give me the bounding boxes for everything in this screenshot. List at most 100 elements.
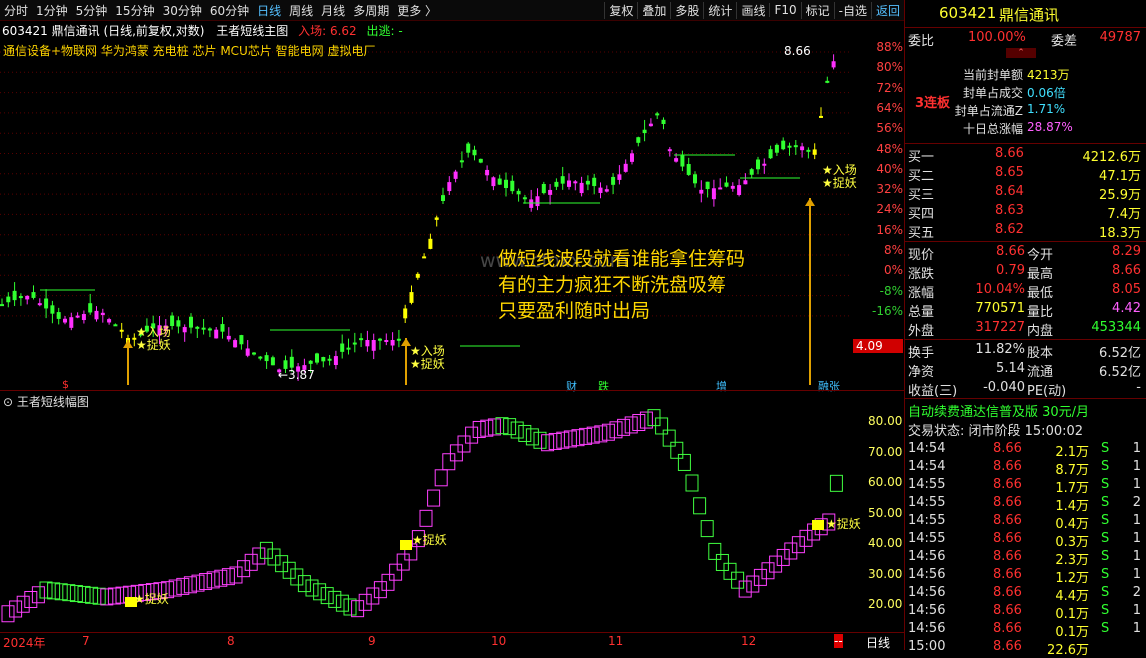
- sub-box: [191, 574, 205, 592]
- candle-body: [756, 159, 760, 170]
- indicator-name[interactable]: 王者短线主图: [216, 24, 288, 38]
- candle-body: [554, 181, 559, 187]
- tool-button[interactable]: F10: [769, 3, 800, 17]
- period-tab[interactable]: 日线: [253, 2, 285, 19]
- sub-box: [77, 585, 91, 603]
- sub-box: [670, 441, 684, 459]
- candle-body: [239, 335, 244, 345]
- candle-body: [819, 115, 823, 118]
- sub-box: [183, 576, 197, 594]
- candle-body: [390, 340, 395, 346]
- ad-banner[interactable]: 自动续费通达信普及版 30元/月: [908, 401, 1089, 420]
- candle-body: [472, 149, 477, 156]
- sub-box: [495, 417, 509, 435]
- collapse-icon[interactable]: ⌃: [1006, 48, 1036, 58]
- sub-box: [738, 580, 752, 598]
- candle-body: [812, 149, 817, 155]
- tool-button[interactable]: 叠加: [637, 1, 670, 19]
- candle-body: [107, 319, 112, 323]
- candle-body: [604, 189, 609, 192]
- sub-box: [282, 561, 296, 579]
- tool-button[interactable]: 返回: [870, 1, 904, 19]
- period-tab[interactable]: 15分钟: [111, 2, 158, 19]
- x-axis-label: 11: [608, 634, 624, 648]
- candle-body: [75, 315, 80, 318]
- axis-tick: 50.00: [868, 505, 903, 520]
- sub-box: [297, 575, 311, 593]
- candle-body: [88, 303, 93, 313]
- sub-box: [229, 566, 243, 584]
- quote-code: 603421: [939, 4, 997, 22]
- sub-box: [434, 469, 448, 487]
- quote-row: 外盘 317227 内盘 453344: [908, 320, 1141, 339]
- sub-box: [69, 585, 83, 603]
- sub-box: [677, 453, 691, 471]
- candle-body: [630, 153, 634, 162]
- tool-button[interactable]: 标记: [800, 1, 834, 19]
- sub-box: [39, 581, 53, 599]
- sub-box: [214, 569, 228, 587]
- candle-body: [18, 296, 23, 299]
- candle-body: [831, 61, 836, 68]
- period-tab[interactable]: 周线: [285, 2, 317, 19]
- x-axis-label: 10: [491, 634, 507, 648]
- sub-box: [776, 548, 790, 566]
- sub-box: [47, 582, 61, 600]
- event-tag[interactable]: 跌: [598, 378, 609, 394]
- x-axis-label[interactable]: 日线: [866, 634, 890, 651]
- candle-body: [0, 304, 4, 307]
- period-tab[interactable]: 5分钟: [72, 2, 112, 19]
- tool-button[interactable]: -自选: [833, 1, 871, 19]
- candle-body: [573, 181, 578, 184]
- candle-body: [774, 144, 779, 153]
- sub-box: [221, 568, 235, 586]
- quote-row: 14:54 8.66 8.7万 S 1: [908, 459, 1141, 478]
- candle-body: [743, 180, 748, 185]
- candle-body: [50, 305, 55, 314]
- candle-body: [768, 149, 773, 159]
- sub-box: [419, 509, 433, 527]
- axis-tick: 40%: [876, 161, 903, 176]
- sub-box: [389, 563, 403, 581]
- axis-tick: 88%: [876, 40, 903, 54]
- sub-box: [328, 590, 342, 608]
- candle-body: [579, 182, 584, 194]
- sub-box: [708, 542, 722, 560]
- period-tab[interactable]: 1分钟: [32, 2, 72, 19]
- period-tab[interactable]: 60分钟: [206, 2, 253, 19]
- candle-body: [529, 199, 534, 208]
- catch-box: [400, 540, 412, 550]
- candle-body: [699, 189, 704, 194]
- candle-body: [806, 149, 811, 152]
- candle-body: [447, 182, 452, 192]
- candle-body: [642, 129, 647, 134]
- quote-row: 当前封单额 4213万: [962, 68, 1070, 82]
- exit-price: 出逃: -: [366, 24, 403, 38]
- sub-box: [85, 586, 99, 604]
- tool-button[interactable]: 多股: [670, 1, 703, 19]
- event-tag[interactable]: 财: [566, 378, 577, 394]
- period-tab[interactable]: 分时: [0, 2, 32, 19]
- period-tab[interactable]: 更多 〉: [393, 2, 441, 19]
- candle-body: [233, 340, 238, 348]
- event-tag[interactable]: 融张: [818, 378, 840, 394]
- candle-body: [195, 326, 200, 329]
- period-tab[interactable]: 多周期: [349, 2, 393, 19]
- period-tab[interactable]: 30分钟: [159, 2, 206, 19]
- tool-button[interactable]: 画线: [736, 1, 769, 19]
- tool-button[interactable]: 统计: [703, 1, 736, 19]
- candle-body: [623, 163, 628, 172]
- tool-button[interactable]: 复权: [604, 1, 637, 19]
- axis-tick: 40.00: [868, 536, 903, 550]
- candle-body: [648, 123, 653, 127]
- candle-body: [441, 195, 445, 201]
- sub-box: [366, 587, 380, 605]
- candle-body: [6, 296, 11, 303]
- sub-box: [24, 591, 38, 608]
- axis-tick: 0%: [883, 263, 903, 278]
- quote-row: 买三 8.64 25.9万: [908, 184, 1141, 203]
- period-tab[interactable]: 月线: [317, 2, 349, 19]
- candle-body: [592, 177, 597, 187]
- event-tag[interactable]: 增: [716, 378, 727, 394]
- sub-box: [62, 584, 76, 602]
